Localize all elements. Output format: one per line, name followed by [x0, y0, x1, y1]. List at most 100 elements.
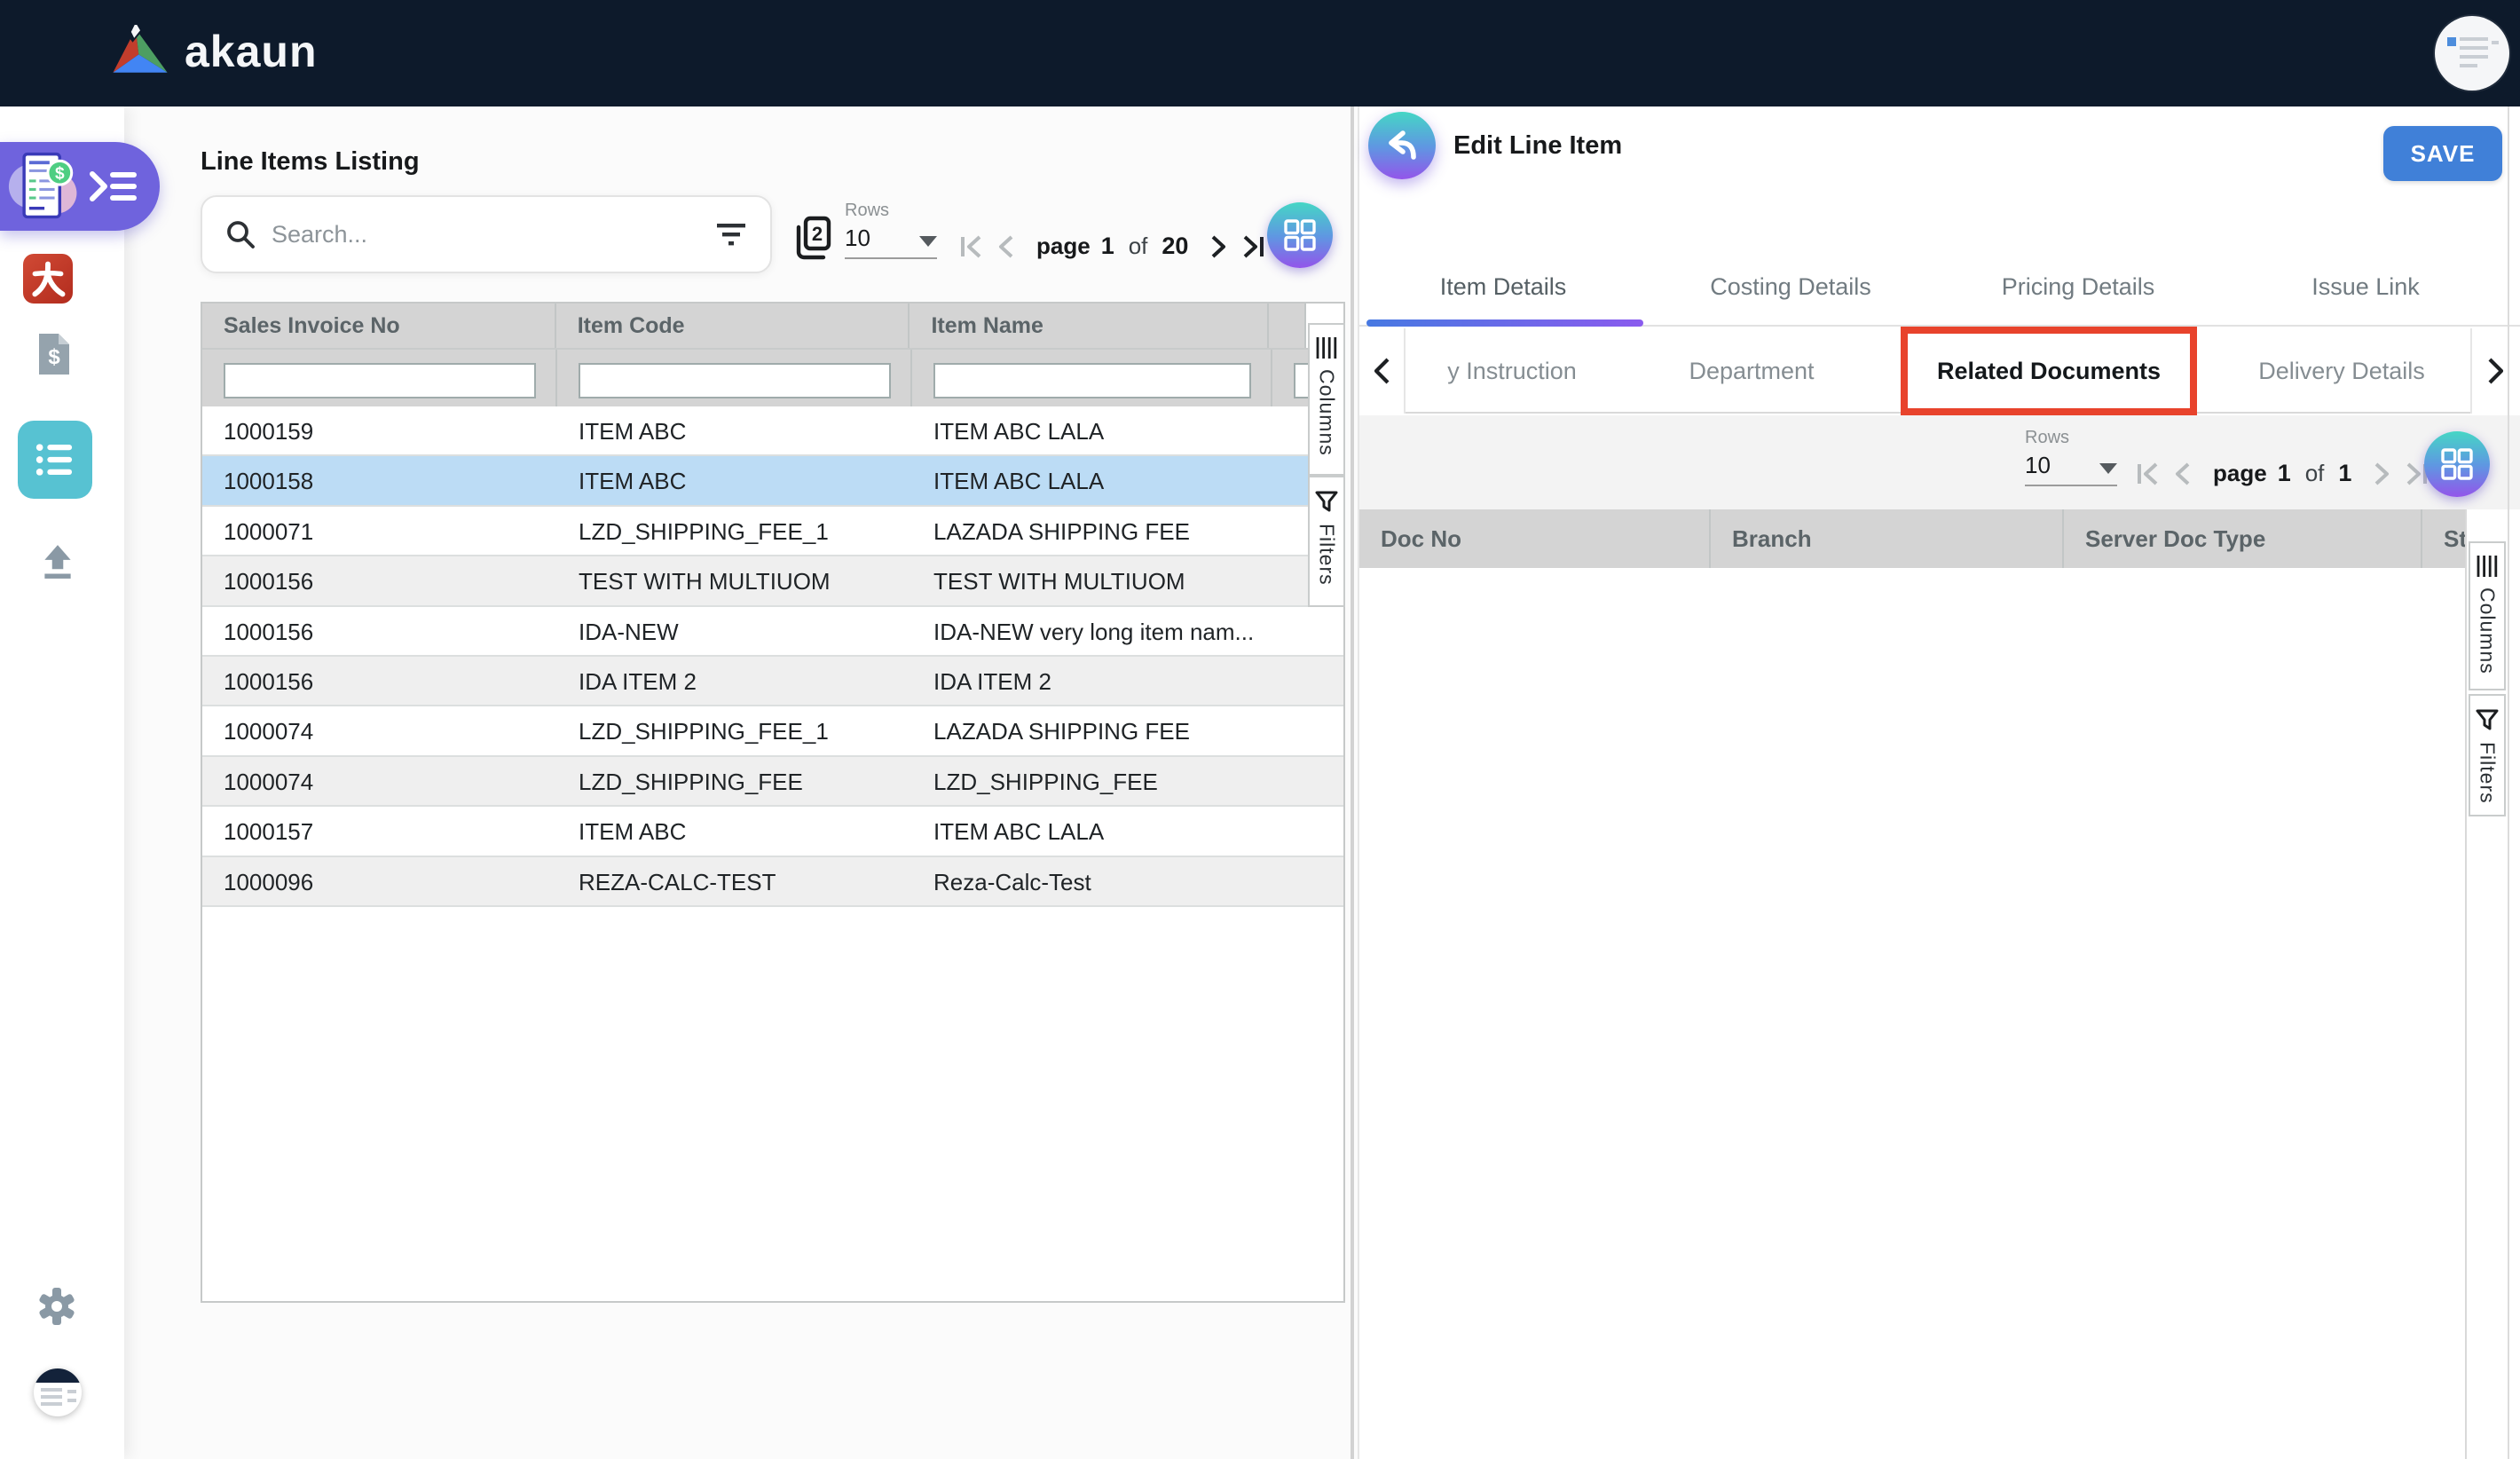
column-header-item-code[interactable]: Item Code: [556, 304, 910, 348]
table-row[interactable]: 1000071 LZD_SHIPPING_FEE_1 LAZADA SHIPPI…: [202, 507, 1343, 556]
dahua-app-icon[interactable]: [23, 254, 73, 304]
brand-triangle-icon: [110, 25, 170, 78]
filter-input-sales-invoice-no[interactable]: [224, 363, 536, 398]
cell-name: IDA-NEW very long item nam...: [912, 607, 1310, 655]
cell-name: ITEM ABC LALA: [912, 406, 1310, 454]
subtab-instruction[interactable]: y Instruction: [1406, 328, 1618, 414]
column-header-item-name[interactable]: Item Name: [910, 304, 1269, 348]
back-button[interactable]: [1368, 112, 1436, 179]
column-header-doc-no[interactable]: Doc No: [1359, 509, 1711, 568]
grid-icon: [1283, 218, 1317, 252]
next-page-icon[interactable]: [2373, 461, 2392, 486]
table-row[interactable]: 1000157 ITEM ABC ITEM ABC LALA: [202, 807, 1343, 856]
upload-icon[interactable]: [37, 543, 78, 591]
page-of: of: [2305, 460, 2325, 487]
cell-invoice: 1000071: [202, 507, 557, 555]
table-row[interactable]: 1000156 IDA-NEW IDA-NEW very long item n…: [202, 607, 1343, 657]
back-arrow-icon: [1383, 127, 1421, 164]
panel-title: Edit Line Item: [1453, 131, 1622, 161]
cell-name: LAZADA SHIPPING FEE: [912, 507, 1310, 555]
cell-name: LZD_SHIPPING_FEE: [912, 757, 1310, 805]
pagination-controls: page 1 of 20: [958, 233, 1266, 260]
filter-input-item-name[interactable]: [933, 363, 1251, 398]
search-input[interactable]: [272, 221, 699, 248]
filter-input-item-code[interactable]: [579, 363, 891, 398]
preview-thumbnail[interactable]: [34, 1368, 82, 1416]
filters-tab-label: Filters: [2476, 742, 2500, 804]
table-row[interactable]: 1000074 LZD_SHIPPING_FEE_1 LAZADA SHIPPI…: [202, 706, 1343, 756]
grid-view-button[interactable]: [2424, 431, 2490, 497]
rows-underline: [845, 257, 937, 259]
cell-code: TEST WITH MULTIUOM: [557, 556, 912, 604]
prev-page-icon[interactable]: [2172, 461, 2192, 486]
subtab-delivery-details[interactable]: Delivery Details: [2213, 328, 2470, 414]
subtabs-scroll-right[interactable]: [2470, 328, 2520, 414]
cell-invoice: 1000156: [202, 607, 557, 655]
last-page-icon[interactable]: [1240, 234, 1266, 259]
columns-side-tab[interactable]: Columns: [2469, 541, 2506, 690]
left-sidebar: $ $: [0, 106, 124, 1459]
user-avatar[interactable]: [2435, 16, 2509, 91]
tab-costing-details[interactable]: Costing Details: [1647, 248, 1934, 325]
tab-item-details[interactable]: Item Details: [1359, 248, 1647, 325]
billing-document-icon[interactable]: $: [35, 330, 73, 385]
invoice-module-badge[interactable]: $: [0, 142, 160, 231]
subtab-department[interactable]: Department: [1618, 328, 1885, 414]
first-page-icon[interactable]: [958, 234, 985, 259]
settings-icon[interactable]: [35, 1285, 78, 1335]
cell-name: TEST WITH MULTIUOM: [912, 556, 1310, 604]
avatar-screenshot: [2435, 16, 2509, 91]
table-row[interactable]: 1000074 LZD_SHIPPING_FEE LZD_SHIPPING_FE…: [202, 757, 1343, 807]
tab-pricing-details[interactable]: Pricing Details: [1934, 248, 2222, 325]
page-total: 20: [1162, 233, 1188, 260]
filters-side-tab[interactable]: Filters: [1308, 476, 1345, 607]
save-button[interactable]: SAVE: [2383, 126, 2502, 181]
table-row[interactable]: 1000156 TEST WITH MULTIUOM TEST WITH MUL…: [202, 556, 1343, 606]
line-items-module-icon[interactable]: [18, 421, 92, 499]
column-header-server-doc-type[interactable]: Server Doc Type: [2064, 509, 2422, 568]
table-row[interactable]: 1000159 ITEM ABC ITEM ABC LALA: [202, 406, 1343, 456]
tab-issue-link[interactable]: Issue Link: [2222, 248, 2509, 325]
next-page-icon[interactable]: [1209, 234, 1229, 259]
pages-count-icon[interactable]: 2: [791, 215, 834, 268]
prev-page-icon[interactable]: [996, 234, 1015, 259]
rows-per-page[interactable]: Rows 10: [845, 201, 937, 252]
dropdown-arrow-icon[interactable]: [919, 236, 937, 247]
thumbnail-screenshot: [34, 1368, 82, 1416]
table-row[interactable]: 1000156 IDA ITEM 2 IDA ITEM 2: [202, 657, 1343, 706]
cell-name: Reza-Calc-Test: [912, 857, 1310, 905]
table-row-selected[interactable]: 1000158 ITEM ABC ITEM ABC LALA: [202, 456, 1343, 506]
dropdown-arrow-icon[interactable]: [2099, 463, 2117, 474]
line-items-table: Sales Invoice No Item Code Item Name 100…: [201, 302, 1345, 1303]
cell-name: LAZADA SHIPPING FEE: [912, 706, 1310, 754]
sidebar-expand-icon: [89, 170, 138, 202]
filter-lines-icon[interactable]: [715, 220, 747, 248]
cell-code: IDA ITEM 2: [557, 657, 912, 705]
rows-per-page[interactable]: Rows 10: [2025, 428, 2117, 479]
first-page-icon[interactable]: [2135, 461, 2162, 486]
filters-side-tab[interactable]: Filters: [2469, 694, 2506, 816]
cell-code: ITEM ABC: [557, 807, 912, 855]
subtabs-scroll-left[interactable]: [1359, 328, 1406, 414]
svg-text:$: $: [48, 345, 60, 369]
funnel-icon: [2475, 708, 2500, 731]
cell-code: ITEM ABC: [557, 456, 912, 504]
panel-divider: [1351, 106, 1354, 1459]
table-row[interactable]: 1000096 REZA-CALC-TEST Reza-Calc-Test: [202, 857, 1343, 907]
grid-view-button[interactable]: [1267, 202, 1333, 268]
cell-code: REZA-CALC-TEST: [557, 857, 912, 905]
cell-code: LZD_SHIPPING_FEE_1: [557, 706, 912, 754]
rows-label: Rows: [845, 201, 937, 221]
column-header-status-clipped[interactable]: St: [2422, 509, 2465, 568]
svg-text:2: 2: [812, 223, 823, 245]
page-current: 1: [1101, 233, 1114, 260]
cell-invoice: 1000156: [202, 556, 557, 604]
right-scrollbar-line: [2508, 106, 2509, 1459]
page-current: 1: [2278, 460, 2291, 487]
column-header-sales-invoice-no[interactable]: Sales Invoice No: [202, 304, 556, 348]
columns-side-tab[interactable]: Columns: [1308, 323, 1345, 476]
list-icon: [32, 437, 78, 483]
page-word: page: [2213, 460, 2267, 487]
search-box[interactable]: [201, 195, 772, 273]
column-header-branch[interactable]: Branch: [1711, 509, 2064, 568]
